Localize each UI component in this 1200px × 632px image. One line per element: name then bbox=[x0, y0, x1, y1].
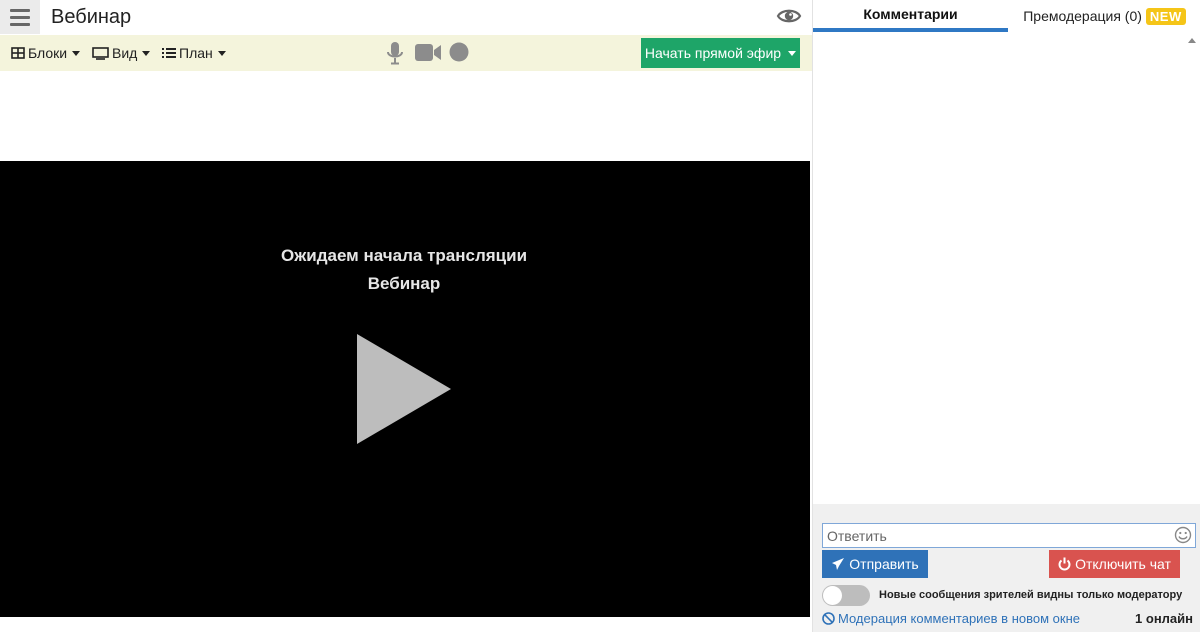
broadcast-toolbar: Блоки Вид План Начать прямой эфир bbox=[0, 35, 812, 71]
moderator-only-toggle[interactable] bbox=[822, 585, 870, 606]
webinar-app: Вебинар Блоки Вид План Начать прямой эфи… bbox=[0, 0, 1200, 632]
toggle-knob bbox=[823, 586, 842, 605]
top-bar: Вебинар bbox=[0, 0, 812, 35]
online-count: 1 онлайн bbox=[1135, 611, 1193, 626]
power-icon bbox=[1058, 557, 1071, 571]
ban-icon bbox=[822, 612, 835, 625]
tab-premoderation[interactable]: Премодерация (0) NEW bbox=[1008, 0, 1200, 32]
paper-plane-icon bbox=[832, 558, 845, 570]
grid-icon bbox=[11, 47, 25, 59]
chevron-down-icon bbox=[72, 50, 81, 56]
start-live-label: Начать прямой эфир bbox=[644, 45, 782, 61]
play-icon[interactable] bbox=[357, 334, 451, 444]
plan-label: План bbox=[179, 45, 213, 61]
moderation-link-label: Модерация комментариев в новом окне bbox=[838, 611, 1080, 626]
microphone-icon[interactable] bbox=[386, 41, 404, 65]
reply-input[interactable] bbox=[822, 523, 1196, 548]
new-badge: NEW bbox=[1145, 7, 1186, 25]
comments-list[interactable] bbox=[813, 32, 1200, 504]
chevron-down-icon bbox=[217, 50, 226, 56]
chevron-down-icon bbox=[142, 50, 151, 56]
chat-pane: Комментарии Премодерация (0) NEW Отправи bbox=[812, 0, 1200, 632]
webinar-name: Вебинар bbox=[367, 274, 441, 293]
moderation-new-window-link[interactable]: Модерация комментариев в новом окне bbox=[822, 611, 1080, 626]
disable-chat-label: Отключить чат bbox=[1075, 556, 1171, 572]
broadcast-status-text: Ожидаем начала трансляции bbox=[280, 246, 528, 265]
broadcast-pane: Вебинар Блоки Вид План Начать прямой эфи… bbox=[0, 0, 812, 632]
blocks-label: Блоки bbox=[28, 45, 68, 61]
chevron-down-icon bbox=[788, 50, 797, 56]
view-label: Вид bbox=[112, 45, 138, 61]
tab-premoderation-label: Премодерация (0) bbox=[1023, 8, 1142, 24]
send-label: Отправить bbox=[849, 556, 919, 572]
page-title: Вебинар bbox=[51, 6, 132, 28]
monitor-icon bbox=[92, 46, 109, 60]
list-icon bbox=[162, 48, 176, 58]
tab-comments[interactable]: Комментарии bbox=[813, 0, 1008, 32]
start-live-button[interactable]: Начать прямой эфир bbox=[641, 38, 800, 68]
hamburger-menu-icon[interactable] bbox=[0, 0, 40, 34]
chat-tabs: Комментарии Премодерация (0) NEW bbox=[813, 0, 1200, 32]
video-camera-icon[interactable] bbox=[415, 43, 442, 62]
moderator-only-label: Новые сообщения зрителей видны только мо… bbox=[879, 589, 1183, 601]
plan-menu[interactable]: План bbox=[162, 45, 226, 61]
send-button[interactable]: Отправить bbox=[822, 550, 928, 578]
chat-footer: Отправить Отключить чат Новые сообщения … bbox=[813, 504, 1200, 632]
eye-icon[interactable] bbox=[776, 5, 802, 27]
blocks-menu[interactable]: Блоки bbox=[11, 45, 81, 61]
tab-comments-label: Комментарии bbox=[863, 6, 958, 22]
scroll-up-arrow-icon[interactable] bbox=[1188, 38, 1196, 43]
view-menu[interactable]: Вид bbox=[92, 45, 151, 61]
emoji-icon[interactable] bbox=[1174, 526, 1192, 544]
disable-chat-button[interactable]: Отключить чат bbox=[1049, 550, 1180, 578]
video-player[interactable]: Ожидаем начала трансляции Вебинар bbox=[0, 161, 810, 617]
record-icon[interactable] bbox=[449, 42, 469, 62]
